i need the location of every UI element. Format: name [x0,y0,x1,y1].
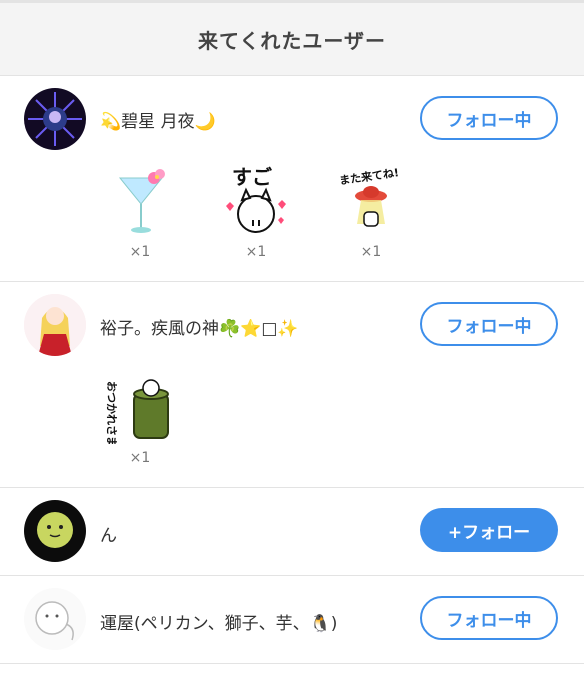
gift-item: ×1 [100,166,180,260]
gift-item: また来てね! ×1 [331,165,411,260]
user-row: 運屋(ペリカン、獅子、芋、🐧) フォロー中 [0,576,584,664]
user-name[interactable]: 裕子。疾風の神☘️⭐□✨ [100,314,299,339]
user-name[interactable]: 💫碧星 月夜🌙 [100,107,216,132]
following-button[interactable]: フォロー中 [420,596,558,640]
follow-button[interactable]: +フォロー [420,508,558,552]
avatar[interactable] [24,588,86,650]
gift-text: おつかれさま [105,381,118,444]
user-row: 裕子。疾風の神☘️⭐□✨ フォロー中 おつかれさま ×1 [0,282,584,488]
gift-item: おつかれさま ×1 [100,372,180,466]
avatar[interactable] [24,500,86,562]
user-row: 💫碧星 月夜🌙 フォロー中 ×1 すご ×1 また来てね! ×1 [0,76,584,282]
sugoi-cat-gift-icon: すご [226,165,286,233]
following-button[interactable]: フォロー中 [420,96,558,140]
page-header: 来てくれたユーザー [0,0,584,76]
ufo-gift-icon: また来てね! [338,165,400,227]
gift-item: すご ×1 [216,165,296,260]
gift-count: ×1 [129,450,151,466]
gift-count: ×1 [129,244,151,260]
gift-text: すご [232,166,272,189]
following-button[interactable]: フォロー中 [420,302,558,346]
avatar[interactable] [24,294,86,356]
gift-text: また来てね! [338,166,399,187]
user-row: ん +フォロー [0,488,584,576]
gift-count: ×1 [245,244,267,260]
user-name[interactable]: ん [100,521,117,546]
avatar[interactable] [24,88,86,150]
otsukaresama-cat-gift-icon: おつかれさま [105,379,169,447]
user-name[interactable]: 運屋(ペリカン、獅子、芋、🐧) [100,609,337,634]
page-title: 来てくれたユーザー [198,28,386,53]
cocktail-gift-icon [118,169,165,233]
gift-count: ×1 [360,244,382,260]
